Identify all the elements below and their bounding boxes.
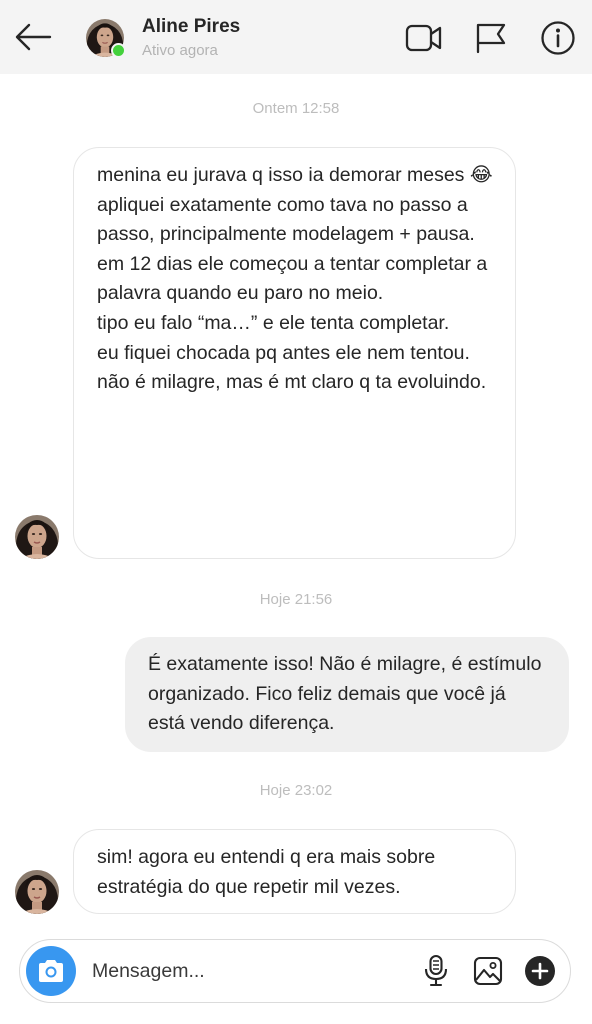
outgoing-message[interactable]: É exatamente isso! Não é milagre, é estí… (125, 637, 569, 752)
timestamp: Hoje 23:02 (259, 782, 333, 799)
active-status: Ativo agora (142, 42, 218, 59)
back-button[interactable] (12, 18, 54, 56)
chat-header: Aline Pires Ativo agora (0, 0, 592, 74)
voice-message-button[interactable] (419, 954, 453, 988)
video-call-button[interactable] (405, 19, 443, 57)
arrow-left-icon (15, 23, 52, 51)
microphone-icon (424, 954, 448, 987)
contact-avatar[interactable] (86, 19, 126, 58)
more-options-button[interactable] (523, 954, 557, 988)
timestamp: Ontem 12:58 (252, 100, 340, 117)
sender-avatar[interactable] (15, 515, 59, 559)
plus-circle-icon (525, 956, 555, 986)
camera-button[interactable] (26, 946, 76, 996)
sender-avatar[interactable] (15, 870, 59, 914)
message-input[interactable] (92, 954, 412, 988)
avatar-photo (15, 515, 59, 559)
video-camera-icon (405, 24, 442, 52)
info-icon (541, 21, 575, 55)
timestamp: Hoje 21:56 (259, 591, 333, 608)
online-status-dot (111, 43, 126, 58)
incoming-message[interactable]: sim! agora eu entendi q era mais sobre e… (73, 829, 516, 914)
incoming-message[interactable]: menina eu jurava q isso ia demorar meses… (73, 147, 516, 559)
report-button[interactable] (472, 19, 510, 57)
image-icon (473, 956, 503, 986)
contact-name[interactable]: Aline Pires (142, 16, 240, 38)
flag-icon (476, 23, 506, 54)
info-button[interactable] (539, 19, 577, 57)
message-composer (19, 939, 571, 1003)
camera-icon (39, 960, 63, 982)
avatar-photo (15, 870, 59, 914)
gallery-button[interactable] (471, 954, 505, 988)
